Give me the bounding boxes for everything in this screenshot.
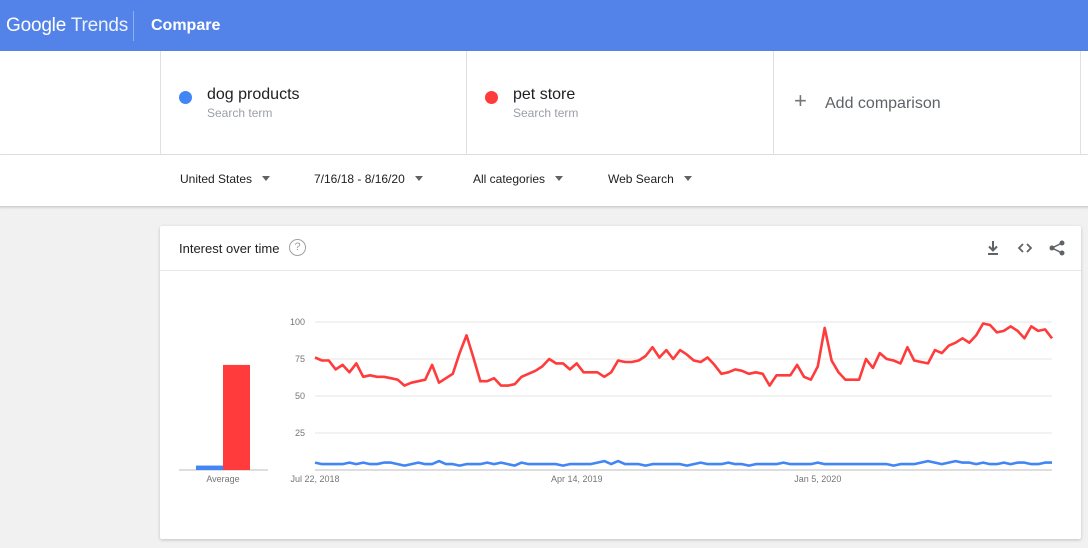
caret-down-icon (414, 176, 423, 182)
series-color-dot (485, 91, 498, 104)
series-line-dog-products (314, 459, 1052, 467)
search-term-name[interactable]: pet store (513, 86, 575, 104)
add-comparison-label: Add comparison (825, 95, 941, 112)
category-value: All categories (473, 172, 546, 186)
y-tick-label: 25 (295, 428, 305, 438)
search-term-card-2[interactable]: pet store Search term (466, 51, 774, 155)
share-icon[interactable] (1047, 238, 1067, 258)
y-tick-label: 100 (290, 317, 305, 327)
average-bar-pet-store (223, 364, 250, 470)
logo-trends-text: Trends (70, 15, 129, 36)
caret-down-icon (683, 176, 692, 182)
caret-down-icon (262, 176, 271, 182)
x-tick-label: Jan 5, 2020 (794, 474, 841, 484)
download-icon[interactable] (983, 238, 1003, 258)
x-tick-label: Apr 14, 2019 (551, 474, 603, 484)
help-icon[interactable]: ? (289, 239, 306, 256)
date-range-dropdown[interactable]: 7/16/18 - 8/16/20 (314, 172, 423, 186)
add-comparison-button[interactable]: + Add comparison (773, 51, 1081, 155)
top-app-bar: Google Trends Compare (0, 0, 1088, 51)
logo-google-text: Google (6, 15, 67, 36)
caret-down-icon (555, 176, 564, 182)
search-term-type: Search term (513, 106, 579, 120)
region-dropdown[interactable]: United States (180, 172, 271, 186)
interest-over-time-card: Interest over time ? Average 25 50 75 100 J… (160, 226, 1081, 539)
embed-icon[interactable] (1015, 238, 1035, 258)
search-type-value: Web Search (608, 172, 674, 186)
average-bar-dog-products (196, 465, 223, 470)
plus-icon: + (794, 88, 807, 113)
average-label: Average (206, 474, 239, 484)
card-header: Interest over time ? (160, 226, 1081, 271)
chart-series (314, 322, 1054, 467)
date-range-value: 7/16/18 - 8/16/20 (314, 172, 405, 186)
header-divider (133, 11, 134, 41)
chart-grid: 25 50 75 100 (290, 317, 1052, 471)
series-line-pet-store (314, 322, 1054, 387)
comparison-terms-row: dog products Search term pet store Searc… (0, 51, 1088, 155)
interest-chart: Average 25 50 75 100 Jul 22, 2018 Apr 14, 20… (179, 317, 1054, 484)
search-term-card-1[interactable]: dog products Search term (160, 51, 467, 155)
search-type-dropdown[interactable]: Web Search (608, 172, 692, 186)
card-title: Interest over time (179, 241, 280, 256)
region-value: United States (180, 172, 253, 186)
filter-bar: United States 7/16/18 - 8/16/20 All cate… (0, 155, 1088, 207)
x-tick-label: Jul 22, 2018 (290, 474, 339, 484)
search-term-type: Search term (207, 106, 273, 120)
series-color-dot (179, 91, 192, 104)
y-tick-label: 50 (295, 391, 305, 401)
google-trends-logo[interactable]: Google Trends (6, 15, 128, 37)
page-title: Compare (151, 17, 221, 34)
y-tick-label: 75 (295, 354, 305, 364)
average-chart: Average (179, 364, 268, 484)
category-dropdown[interactable]: All categories (473, 172, 564, 186)
search-term-name[interactable]: dog products (207, 86, 300, 104)
x-axis-labels: Jul 22, 2018 Apr 14, 2019 Jan 5, 2020 (290, 474, 841, 484)
